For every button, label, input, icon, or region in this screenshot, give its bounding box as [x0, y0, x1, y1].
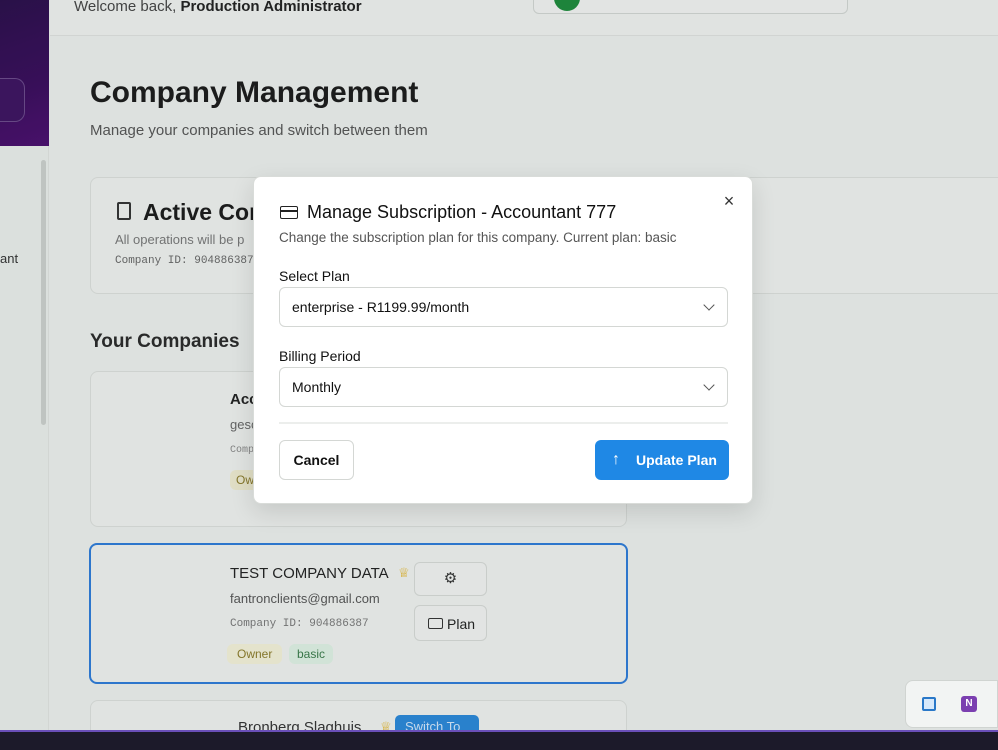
chevron-down-icon [703, 299, 715, 311]
billing-period-label: Billing Period [279, 348, 361, 364]
plan-select-value: enterprise - R1199.99/month [292, 299, 470, 315]
billing-period-value: Monthly [292, 379, 342, 395]
dialog-title: Manage Subscription - Accountant 777 [307, 202, 617, 222]
onenote-icon[interactable]: N [961, 696, 977, 712]
taskbar [0, 730, 998, 750]
update-plan-button[interactable]: ↑ Update Plan [595, 440, 729, 480]
plan-select[interactable]: enterprise - R1199.99/month [279, 287, 728, 327]
window-icon[interactable] [922, 697, 936, 711]
update-plan-label: Update Plan [636, 452, 717, 468]
billing-period-select[interactable]: Monthly [279, 367, 728, 407]
close-icon[interactable]: × [720, 192, 738, 210]
arrow-up-icon: ↑ [612, 451, 620, 468]
system-tray-popup [905, 680, 998, 728]
credit-card-icon [280, 206, 298, 219]
divider [279, 422, 728, 424]
cancel-button[interactable]: Cancel [279, 440, 354, 480]
chevron-down-icon [703, 379, 715, 391]
manage-subscription-dialog: Manage Subscription - Accountant 777 × C… [253, 176, 753, 504]
dialog-description: Change the subscription plan for this co… [279, 230, 677, 245]
select-plan-label: Select Plan [279, 268, 350, 284]
